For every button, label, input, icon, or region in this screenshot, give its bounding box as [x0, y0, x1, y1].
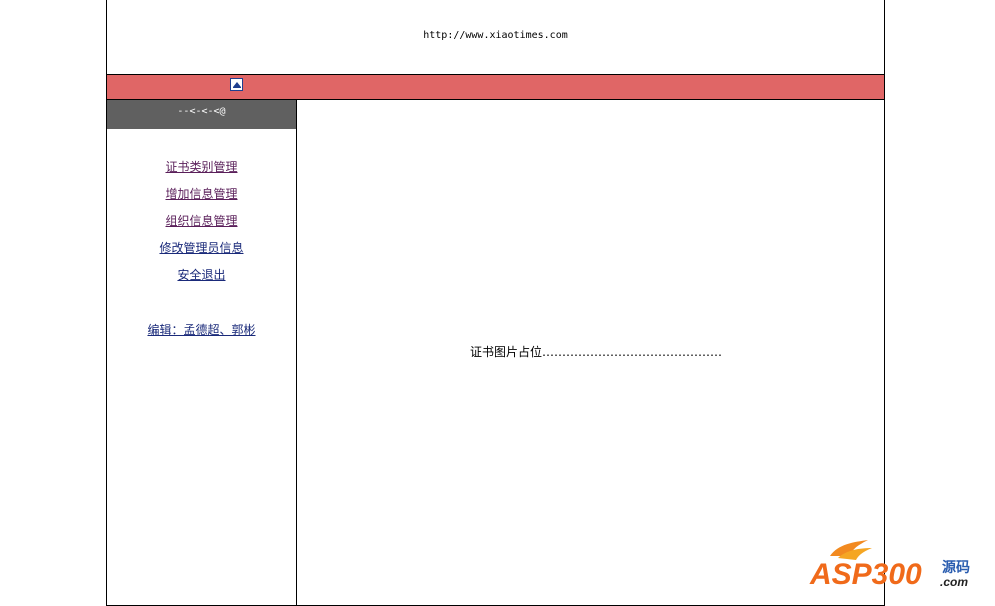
- collapse-bar: [107, 75, 884, 100]
- content-area: 证书图片占位………………………………………: [297, 100, 884, 605]
- sidebar: --<-<-<@ 证书类别管理 增加信息管理 组织信息管理 修改管理员信息 安全…: [107, 100, 297, 605]
- menu-organization-info[interactable]: 组织信息管理: [107, 212, 296, 239]
- asp300-watermark-logo: ASP300 源码 .com: [809, 540, 970, 591]
- header: http://www.xiaotimes.com: [107, 0, 884, 75]
- menu-add-info[interactable]: 增加信息管理: [107, 185, 296, 212]
- header-url: http://www.xiaotimes.com: [423, 30, 568, 41]
- watermark-suffix: 源码: [942, 559, 970, 576]
- menu-logout[interactable]: 安全退出: [107, 266, 296, 293]
- sidebar-header: --<-<-<@: [107, 100, 296, 129]
- menu-certificate-category[interactable]: 证书类别管理: [107, 158, 296, 185]
- watermark-brand: ASP300: [809, 558, 922, 591]
- main-frame: http://www.xiaotimes.com --<-<-<@ 证书类别管理…: [106, 0, 885, 606]
- certificate-image-placeholder: 证书图片占位………………………………………: [470, 345, 723, 359]
- collapse-up-icon[interactable]: [230, 78, 243, 91]
- watermark-domain: .com: [940, 575, 968, 589]
- page: http://www.xiaotimes.com --<-<-<@ 证书类别管理…: [0, 0, 995, 606]
- sidebar-menu: 证书类别管理 增加信息管理 组织信息管理 修改管理员信息 安全退出: [107, 158, 296, 293]
- menu-change-admin-info[interactable]: 修改管理员信息: [107, 239, 296, 266]
- editor-credit-link[interactable]: 编辑：孟德超、郭彬: [107, 321, 296, 338]
